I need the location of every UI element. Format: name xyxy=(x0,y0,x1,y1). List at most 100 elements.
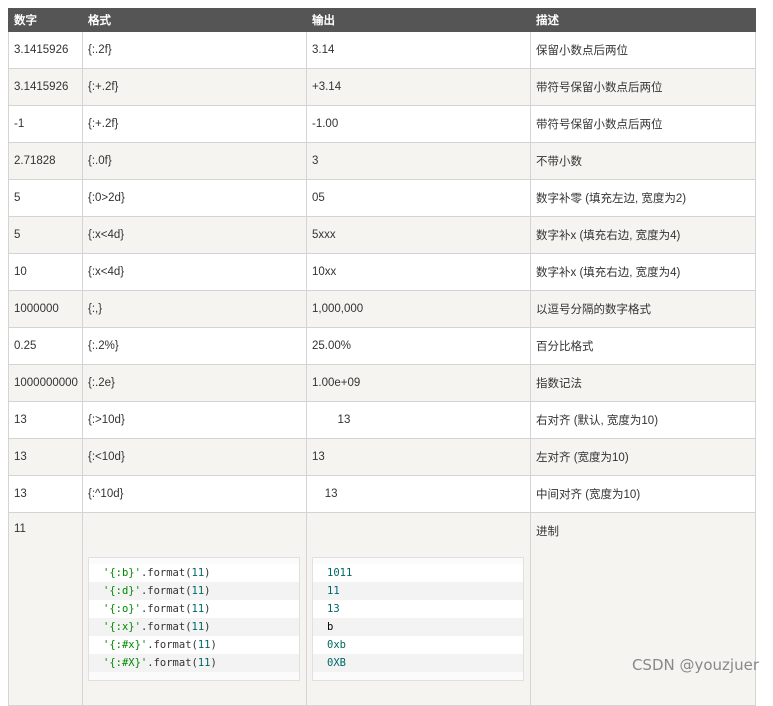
cell-format: {:0>2d} xyxy=(82,179,307,217)
code-line: '{:o}'.format(11) xyxy=(89,600,299,618)
table-row: 0.25 {:.2%} 25.00% 百分比格式 xyxy=(8,327,756,365)
code-line: '{:x}'.format(11) xyxy=(89,618,299,636)
code-number: 11 xyxy=(191,621,205,633)
code-method: .format( xyxy=(140,603,192,615)
table-row: 5 {:0>2d} 05 数字补零 (填充左边, 宽度为2) xyxy=(8,179,756,217)
output-line: 11 xyxy=(313,582,523,600)
code-paren: ) xyxy=(210,639,217,651)
cell-description: 数字补x (填充右边, 宽度为4) xyxy=(530,216,756,254)
code-paren: ) xyxy=(210,657,217,669)
code-string: '{:#X}' xyxy=(103,657,148,669)
cell-format: {:.2f} xyxy=(82,31,307,69)
code-paren: ) xyxy=(204,585,211,597)
cell-format: {:.2e} xyxy=(82,364,307,402)
cell-format: {:x<4d} xyxy=(82,253,307,291)
cell-number: -1 xyxy=(8,105,83,143)
cell-number: 13 xyxy=(8,438,83,476)
table-row: 5 {:x<4d} 5xxx 数字补x (填充右边, 宽度为4) xyxy=(8,216,756,254)
cell-output: 13 xyxy=(306,438,531,476)
cell-output: 3.14 xyxy=(306,31,531,69)
table-row: 13 {:^10d} 13 中间对齐 (宽度为10) xyxy=(8,475,756,513)
cell-description: 数字补零 (填充左边, 宽度为2) xyxy=(530,179,756,217)
cell-output: 1011 11 13 b 0xb 0XB xyxy=(306,512,531,706)
table-row: 10 {:x<4d} 10xx 数字补x (填充右边, 宽度为4) xyxy=(8,253,756,291)
cell-number: 1000000 xyxy=(8,290,83,328)
table-row: -1 {:+.2f} -1.00 带符号保留小数点后两位 xyxy=(8,105,756,143)
cell-description: 进制 xyxy=(530,512,756,706)
output-line: 0XB xyxy=(313,654,523,672)
cell-number: 1000000000 xyxy=(8,364,83,402)
code-paren: ) xyxy=(204,603,211,615)
header-output: 输出 xyxy=(306,8,531,32)
cell-output: +3.14 xyxy=(306,68,531,106)
cell-format: {:^10d} xyxy=(82,475,307,513)
cell-output: -1.00 xyxy=(306,105,531,143)
cell-number: 3.1415926 xyxy=(8,31,83,69)
cell-description: 右对齐 (默认, 宽度为10) xyxy=(530,401,756,439)
code-method: .format( xyxy=(147,639,198,651)
cell-output: 05 xyxy=(306,179,531,217)
cell-number: 3.1415926 xyxy=(8,68,83,106)
code-paren: ) xyxy=(204,567,211,579)
cell-number: 2.71828 xyxy=(8,142,83,180)
cell-number: 0.25 xyxy=(8,327,83,365)
code-paren: ) xyxy=(204,621,211,633)
cell-format: {:>10d} xyxy=(82,401,307,439)
table-row: 1000000000 {:.2e} 1.00e+09 指数记法 xyxy=(8,364,756,402)
code-string: '{:b}' xyxy=(103,567,141,579)
output-block: 1011 11 13 b 0xb 0XB xyxy=(312,557,524,681)
table-row: 3.1415926 {:.2f} 3.14 保留小数点后两位 xyxy=(8,31,756,69)
watermark: CSDN @youzjuer xyxy=(631,656,759,674)
table-row: 1000000 {:,} 1,000,000 以逗号分隔的数字格式 xyxy=(8,290,756,328)
cell-number: 11 xyxy=(8,512,83,706)
table-row: 3.1415926 {:+.2f} +3.14 带符号保留小数点后两位 xyxy=(8,68,756,106)
cell-description: 中间对齐 (宽度为10) xyxy=(530,475,756,513)
table-row-radix: 11 '{:b}'.format(11) '{:d}'.format(11) '{:… xyxy=(8,512,756,706)
header-format: 格式 xyxy=(82,8,307,32)
code-block: '{:b}'.format(11) '{:d}'.format(11) '{:o}'… xyxy=(88,557,300,681)
cell-description: 百分比格式 xyxy=(530,327,756,365)
cell-format: {:<10d} xyxy=(82,438,307,476)
cell-format: {:+.2f} xyxy=(82,68,307,106)
cell-format: {:.0f} xyxy=(82,142,307,180)
cell-description: 保留小数点后两位 xyxy=(530,31,756,69)
cell-number: 5 xyxy=(8,179,83,217)
code-method: .format( xyxy=(140,585,192,597)
cell-output: 25.00% xyxy=(306,327,531,365)
format-table: 数字 格式 输出 描述 3.1415926 {:.2f} 3.14 保留小数点后两位 3… xyxy=(8,8,756,706)
code-string: '{:o}' xyxy=(103,603,141,615)
header-number: 数字 xyxy=(8,8,83,32)
cell-output: 1.00e+09 xyxy=(306,364,531,402)
cell-format: {:.2%} xyxy=(82,327,307,365)
cell-description: 不带小数 xyxy=(530,142,756,180)
table-body: 3.1415926 {:.2f} 3.14 保留小数点后两位 3.1415926 {:+.… xyxy=(8,31,756,706)
output-line: 1011 xyxy=(313,564,523,582)
output-line: b xyxy=(313,618,523,636)
code-number: 11 xyxy=(197,639,211,651)
code-line: '{:#x}'.format(11) xyxy=(89,636,299,654)
table-row: 13 {:<10d} 13 左对齐 (宽度为10) xyxy=(8,438,756,476)
code-string: '{:x}' xyxy=(103,621,141,633)
code-number: 11 xyxy=(191,585,205,597)
cell-output: 5xxx xyxy=(306,216,531,254)
table-header-row: 数字 格式 输出 描述 xyxy=(8,8,756,32)
code-line: '{:d}'.format(11) xyxy=(89,582,299,600)
cell-description: 带符号保留小数点后两位 xyxy=(530,105,756,143)
cell-description: 左对齐 (宽度为10) xyxy=(530,438,756,476)
code-line: '{:#X}'.format(11) xyxy=(89,654,299,672)
code-string: '{:d}' xyxy=(103,585,141,597)
cell-description: 指数记法 xyxy=(530,364,756,402)
cell-description: 数字补x (填充右边, 宽度为4) xyxy=(530,253,756,291)
cell-format: {:+.2f} xyxy=(82,105,307,143)
cell-description: 带符号保留小数点后两位 xyxy=(530,68,756,106)
header-description: 描述 xyxy=(530,8,756,32)
cell-output: 3 xyxy=(306,142,531,180)
output-line: 13 xyxy=(313,600,523,618)
output-line: 0xb xyxy=(313,636,523,654)
cell-output: 1,000,000 xyxy=(306,290,531,328)
code-line: '{:b}'.format(11) xyxy=(89,564,299,582)
code-number: 11 xyxy=(197,657,211,669)
table-row: 2.71828 {:.0f} 3 不带小数 xyxy=(8,142,756,180)
cell-format: {:x<4d} xyxy=(82,216,307,254)
cell-number: 13 xyxy=(8,475,83,513)
